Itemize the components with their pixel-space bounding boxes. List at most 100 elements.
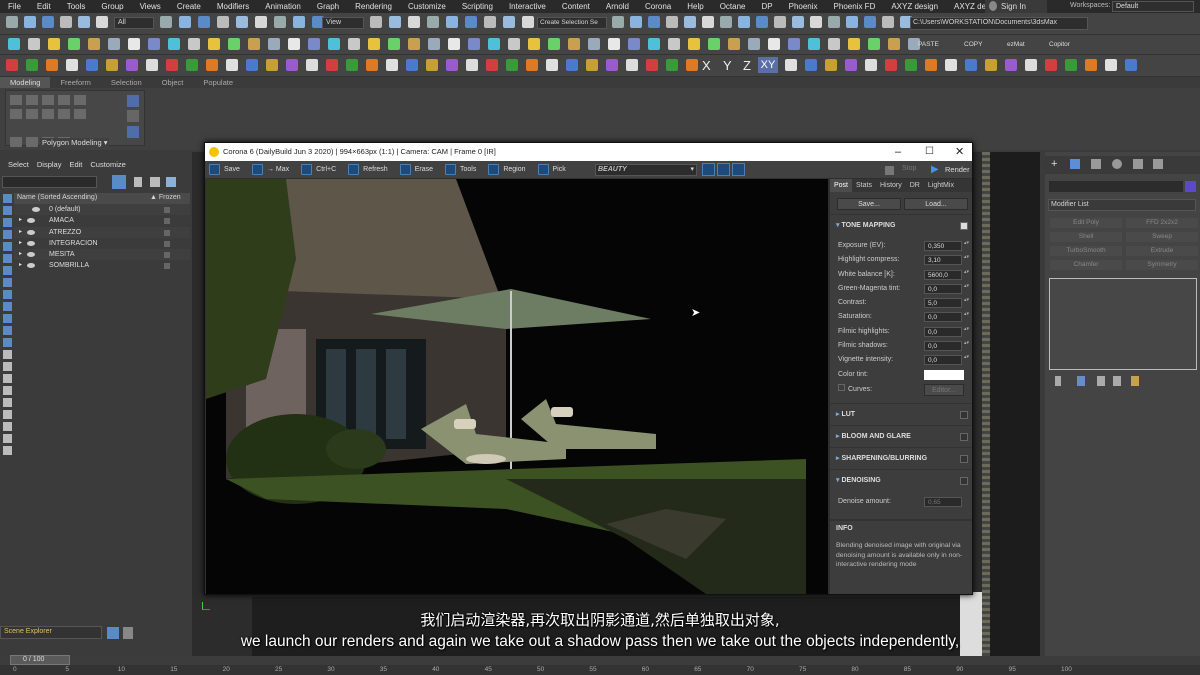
ribbon-tool-icon[interactable] xyxy=(10,137,22,147)
toolbar-tool-icon[interactable] xyxy=(348,38,360,50)
param-value-input[interactable]: 5600,0 xyxy=(924,269,962,280)
toolbar-tool-icon[interactable] xyxy=(1025,59,1037,71)
freeze-icon[interactable] xyxy=(164,218,170,225)
explorer-filter-icon[interactable] xyxy=(3,278,12,287)
menu-item[interactable]: Group xyxy=(93,2,131,11)
utilities-tab-icon[interactable] xyxy=(1153,159,1163,169)
sharpening-section[interactable]: ▸ SHARPENING/BLURRING xyxy=(830,447,972,469)
denoise-value[interactable]: 0,65 xyxy=(924,497,962,507)
modifier-button[interactable]: Extrude xyxy=(1126,246,1198,256)
toolbar-tool-icon[interactable] xyxy=(588,38,600,50)
toolbar-tool-icon[interactable] xyxy=(88,38,100,50)
toolbar-tool-icon[interactable] xyxy=(720,16,732,28)
spinner-icon[interactable]: ▴▾ xyxy=(964,283,969,289)
toolbar-tool-icon[interactable] xyxy=(1005,59,1017,71)
toolbar-tool-icon[interactable] xyxy=(626,59,638,71)
toolbar-tool-icon[interactable] xyxy=(486,59,498,71)
toolbar-tool-icon[interactable] xyxy=(608,38,620,50)
modifier-button[interactable]: Symmetry xyxy=(1126,260,1198,270)
scene-menu-select[interactable]: Select xyxy=(0,160,33,172)
toolbar-tool-icon[interactable] xyxy=(386,59,398,71)
render-element-select[interactable]: BEAUTY ▾ xyxy=(595,164,697,176)
timeline[interactable]: 0 / 100 0 5 10 15 20 25 30 35 40 45 50 55 60 65 70 75 80… xyxy=(0,655,1200,675)
post-panel-tab[interactable]: Stats xyxy=(852,179,876,192)
denoising-section[interactable]: ▾ DENOISING xyxy=(830,469,972,491)
toolbar-tool-icon[interactable] xyxy=(266,59,278,71)
toolbar-tool-icon[interactable] xyxy=(985,59,997,71)
ribbon-tab[interactable]: Modeling xyxy=(0,77,51,88)
expand-icon[interactable]: ▸ xyxy=(19,238,22,249)
spinner-icon[interactable]: ▴▾ xyxy=(964,241,969,246)
modifier-stack[interactable] xyxy=(1049,278,1197,370)
toolbar-tool-icon[interactable] xyxy=(368,38,380,50)
explorer-filter-icon[interactable] xyxy=(3,386,12,395)
toolbar-tool-icon[interactable] xyxy=(788,38,800,50)
explorer-filter-icon[interactable] xyxy=(3,290,12,299)
scene-row[interactable]: ▸ MESITA xyxy=(14,249,190,261)
toolbar-tool-icon[interactable] xyxy=(246,59,258,71)
menu-item[interactable]: Scripting xyxy=(454,2,501,11)
toolbar-tool-icon[interactable] xyxy=(810,16,822,28)
freeze-icon[interactable] xyxy=(164,229,170,236)
ribbon-tool-icon[interactable] xyxy=(42,95,54,105)
param-value-input[interactable]: 0,0 xyxy=(924,312,962,323)
toolbar-tool-icon[interactable] xyxy=(848,38,860,50)
toolbar-tool-icon[interactable] xyxy=(506,59,518,71)
toolbar-tool-icon[interactable] xyxy=(60,16,72,28)
spinner-icon[interactable]: ▴▾ xyxy=(964,298,969,303)
toolbar-tool-icon[interactable] xyxy=(508,38,520,50)
minimize-icon[interactable]: – xyxy=(895,143,901,161)
explorer-filter-icon[interactable] xyxy=(3,422,12,431)
explorer-filter-icon[interactable] xyxy=(3,218,12,227)
menu-item[interactable]: Modifiers xyxy=(209,2,257,11)
visibility-eye-icon[interactable] xyxy=(32,207,40,212)
zoom-fit-icon[interactable] xyxy=(732,163,745,176)
constrain-y-button[interactable]: Y xyxy=(723,58,732,73)
toolbar-tool-icon[interactable] xyxy=(217,16,229,28)
menu-item[interactable]: DP xyxy=(754,2,781,11)
explorer-filter-icon[interactable] xyxy=(3,254,12,263)
scene-row[interactable]: ▸ SOMBRILLA xyxy=(14,260,190,271)
save-settings-button[interactable]: Save... xyxy=(837,198,901,210)
toolbar-tool-icon[interactable] xyxy=(925,59,937,71)
display-tab-icon[interactable] xyxy=(1133,159,1143,169)
menu-item[interactable]: Customize xyxy=(400,2,454,11)
toolbar-tool-icon[interactable] xyxy=(566,59,578,71)
corona-tool-button[interactable]: Tools xyxy=(441,164,476,175)
toolbar-tool-icon[interactable] xyxy=(465,16,477,28)
explorer-filter-icon[interactable] xyxy=(3,194,12,203)
toolbar-tool-icon[interactable] xyxy=(42,16,54,28)
copy-button[interactable]: COPY xyxy=(964,41,982,48)
ribbon-vertex-icon[interactable] xyxy=(127,110,139,122)
visibility-eye-icon[interactable] xyxy=(27,229,35,235)
polygon-modeling-label[interactable]: Polygon Modeling ▾ xyxy=(40,138,110,147)
toolbar-tool-icon[interactable] xyxy=(86,59,98,71)
constrain-x-button[interactable]: X xyxy=(702,58,711,73)
toolbar-tool-icon[interactable] xyxy=(882,16,894,28)
menu-item[interactable]: Animation xyxy=(257,2,309,11)
toolbar-tool-icon[interactable] xyxy=(688,38,700,50)
ribbon-tab[interactable]: Freeform xyxy=(50,77,100,88)
post-panel-tab[interactable]: LightMix xyxy=(924,179,958,192)
toolbar-tool-icon[interactable] xyxy=(26,59,38,71)
toolbar-tool-icon[interactable] xyxy=(408,16,420,28)
toolbar-tool-icon[interactable] xyxy=(428,38,440,50)
toolbar-tool-icon[interactable] xyxy=(1085,59,1097,71)
toolbar-tool-icon[interactable] xyxy=(526,59,538,71)
modifier-button[interactable]: Sweep xyxy=(1126,232,1198,242)
toolbar-tool-icon[interactable] xyxy=(208,38,220,50)
toolbar-tool-icon[interactable] xyxy=(808,38,820,50)
explorer-filter-icon[interactable] xyxy=(3,326,12,335)
toolbar-tool-icon[interactable] xyxy=(568,38,580,50)
toolbar-tool-icon[interactable] xyxy=(868,38,880,50)
toolbar-tool-icon[interactable] xyxy=(845,59,857,71)
ribbon-tool-icon[interactable] xyxy=(42,109,54,119)
corona-tool-button[interactable]: → Max xyxy=(248,164,289,175)
toolbar-tool-icon[interactable] xyxy=(488,38,500,50)
explorer-filter-icon[interactable] xyxy=(3,398,12,407)
visibility-eye-icon[interactable] xyxy=(27,263,35,269)
scene-menu-edit[interactable]: Edit xyxy=(65,160,86,172)
toolbar-tool-icon[interactable] xyxy=(448,38,460,50)
toolbar-tool-icon[interactable] xyxy=(792,16,804,28)
toolbar-tool-icon[interactable] xyxy=(46,59,58,71)
